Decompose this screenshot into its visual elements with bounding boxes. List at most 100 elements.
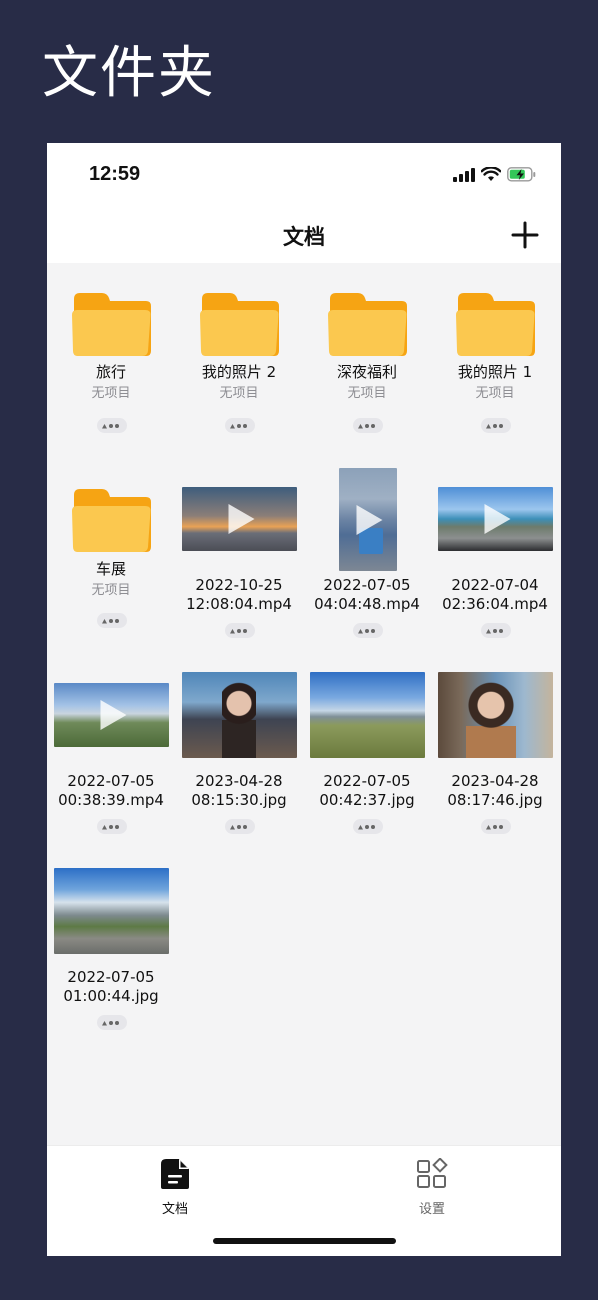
more-options-icon xyxy=(102,424,119,429)
image-thumbnail xyxy=(438,672,553,758)
folder-item[interactable]: 深夜福利 无项目 xyxy=(303,263,431,443)
more-button[interactable] xyxy=(225,418,255,433)
more-options-icon xyxy=(230,825,247,830)
more-button[interactable] xyxy=(481,819,511,834)
play-icon xyxy=(484,504,510,534)
video-item[interactable]: 2022-07-05 00:38:39.mp4 xyxy=(47,655,175,835)
play-icon xyxy=(100,700,126,730)
file-name-time: 12:08:04.mp4 xyxy=(186,595,292,613)
folder-name: 我的照片 2 xyxy=(201,363,277,381)
document-icon xyxy=(161,1159,189,1189)
folder-name: 车展 xyxy=(95,560,126,578)
file-name-time: 08:17:46.jpg xyxy=(447,791,543,809)
status-bar: 12:59 xyxy=(47,143,561,207)
file-name-date: 2023-04-28 xyxy=(451,772,539,790)
file-name-time: 04:04:48.mp4 xyxy=(314,595,420,613)
folder-name: 旅行 xyxy=(95,363,126,381)
tab-label: 文档 xyxy=(161,1202,188,1217)
more-button[interactable] xyxy=(225,623,255,638)
tab-settings[interactable]: 设置 xyxy=(382,1157,482,1217)
more-options-icon xyxy=(102,825,119,830)
image-item[interactable]: 2023-04-28 08:15:30.jpg xyxy=(175,655,303,835)
folder-item[interactable]: 旅行 无项目 xyxy=(47,263,175,443)
image-thumbnail xyxy=(310,672,425,758)
more-button[interactable] xyxy=(481,623,511,638)
more-options-icon xyxy=(358,629,375,634)
tab-label: 设置 xyxy=(418,1202,445,1217)
image-item[interactable]: 2022-07-05 01:00:44.jpg xyxy=(47,851,175,1031)
folder-icon xyxy=(72,293,151,356)
image-thumbnail xyxy=(182,672,297,758)
file-name-date: 2022-10-25 xyxy=(195,576,283,594)
video-item[interactable]: 2022-07-05 04:04:48.mp4 xyxy=(303,459,431,639)
file-name-date: 2022-07-05 xyxy=(323,772,411,790)
more-button[interactable] xyxy=(225,819,255,834)
file-name-date: 2022-07-05 xyxy=(67,968,155,986)
image-item[interactable]: 2023-04-28 08:17:46.jpg xyxy=(431,655,559,835)
battery-charging-icon xyxy=(507,167,536,182)
more-options-icon xyxy=(102,619,119,624)
home-indicator xyxy=(213,1238,396,1244)
more-button[interactable] xyxy=(481,418,511,433)
folder-name: 深夜福利 xyxy=(336,363,397,381)
more-options-icon xyxy=(486,629,503,634)
video-thumbnail xyxy=(339,468,397,571)
more-button[interactable] xyxy=(353,418,383,433)
video-item[interactable]: 2022-10-25 12:08:04.mp4 xyxy=(175,459,303,639)
more-options-icon xyxy=(486,424,503,429)
nav-bar: 文档 xyxy=(47,207,561,263)
video-thumbnail xyxy=(182,487,297,551)
folder-item[interactable]: 我的照片 1 无项目 xyxy=(431,263,559,443)
folder-item-count: 无项目 xyxy=(219,386,259,401)
more-options-icon xyxy=(230,629,247,634)
more-button[interactable] xyxy=(97,1015,127,1030)
page-title: 文档 xyxy=(283,225,325,249)
more-button[interactable] xyxy=(97,418,127,433)
folder-icon xyxy=(328,293,407,356)
folder-item[interactable]: 我的照片 2 无项目 xyxy=(175,263,303,443)
folder-icon xyxy=(200,293,279,356)
signal-icon xyxy=(453,167,475,182)
play-icon xyxy=(356,504,383,535)
plus-icon[interactable] xyxy=(511,221,539,249)
folder-icon xyxy=(72,489,151,552)
image-item[interactable]: 2022-07-05 00:42:37.jpg xyxy=(303,655,431,835)
image-thumbnail xyxy=(54,868,169,954)
status-time: 12:59 xyxy=(89,163,141,185)
phone-screen: 12:59 文档 旅行 无项目 我的照片 2 无项目 深夜福利 无项目 我的照片… xyxy=(47,143,561,1256)
file-name-date: 2023-04-28 xyxy=(195,772,283,790)
more-button[interactable] xyxy=(353,819,383,834)
tab-documents[interactable]: 文档 xyxy=(125,1158,225,1217)
more-button[interactable] xyxy=(353,623,383,638)
folder-item-count: 无项目 xyxy=(347,386,387,401)
status-icons xyxy=(453,167,537,182)
more-options-icon xyxy=(358,825,375,830)
settings-grid-icon xyxy=(417,1157,448,1188)
file-name-time: 02:36:04.mp4 xyxy=(442,595,548,613)
folder-name: 我的照片 1 xyxy=(457,363,533,381)
file-name-time: 01:00:44.jpg xyxy=(63,987,159,1005)
folder-icon xyxy=(456,293,535,356)
file-name-date: 2022-07-05 xyxy=(67,772,155,790)
promo-title: 文件夹 xyxy=(42,41,216,106)
folder-item[interactable]: 车展 无项目 xyxy=(47,459,175,639)
file-name-time: 08:15:30.jpg xyxy=(191,791,287,809)
more-options-icon xyxy=(102,1021,119,1026)
more-options-icon xyxy=(486,825,503,830)
more-options-icon xyxy=(230,424,247,429)
folder-item-count: 无项目 xyxy=(91,386,131,401)
file-name-date: 2022-07-04 xyxy=(451,576,539,594)
video-thumbnail xyxy=(438,487,553,551)
more-options-icon xyxy=(358,424,375,429)
file-name-date: 2022-07-05 xyxy=(323,576,411,594)
file-name-time: 00:42:37.jpg xyxy=(319,791,415,809)
folder-item-count: 无项目 xyxy=(475,386,515,401)
video-item[interactable]: 2022-07-04 02:36:04.mp4 xyxy=(431,459,559,639)
wifi-icon xyxy=(481,167,501,181)
file-name-time: 00:38:39.mp4 xyxy=(58,791,164,809)
more-button[interactable] xyxy=(97,613,127,628)
folder-item-count: 无项目 xyxy=(91,583,131,598)
play-icon xyxy=(228,504,254,534)
video-thumbnail xyxy=(54,683,169,747)
more-button[interactable] xyxy=(97,819,127,834)
